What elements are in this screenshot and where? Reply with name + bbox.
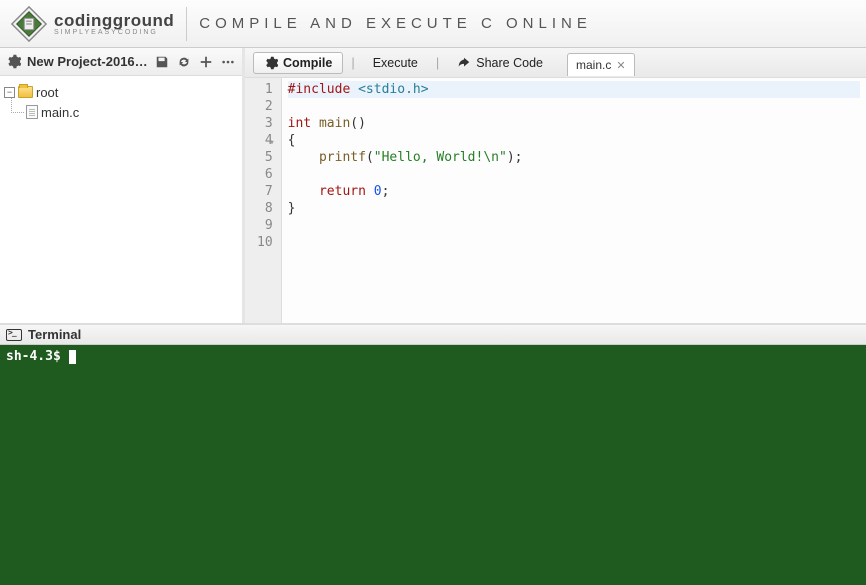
compile-button[interactable]: Compile bbox=[253, 52, 343, 74]
share-button[interactable]: Share Code bbox=[447, 53, 553, 73]
collapse-icon[interactable]: − bbox=[4, 87, 15, 98]
logo-icon bbox=[10, 5, 48, 43]
line-gutter: 12345678910 bbox=[245, 78, 282, 323]
tab-label: main.c bbox=[576, 58, 611, 72]
file-tree: − root main.c bbox=[0, 76, 242, 128]
project-bar: New Project-20160818 bbox=[0, 48, 242, 76]
brand-logo[interactable]: codingground SIMPLYEASYCODING bbox=[10, 5, 174, 43]
project-name: New Project-20160818 bbox=[27, 54, 148, 69]
main-area: New Project-20160818 − root main.c bbox=[0, 48, 866, 323]
app-header: codingground SIMPLYEASYCODING COMPILE AN… bbox=[0, 0, 866, 48]
page-title: COMPILE AND EXECUTE C ONLINE bbox=[199, 15, 592, 32]
terminal-icon bbox=[6, 329, 22, 341]
close-icon[interactable]: ✕ bbox=[616, 59, 625, 72]
brand-tagline: SIMPLYEASYCODING bbox=[54, 29, 174, 36]
editor-toolbar: Compile | Execute | Share Code main.c ✕ bbox=[245, 48, 866, 78]
tab-file[interactable]: main.c ✕ bbox=[567, 53, 635, 76]
sidebar: New Project-20160818 − root main.c bbox=[0, 48, 245, 323]
refresh-icon[interactable] bbox=[176, 54, 192, 70]
file-icon bbox=[26, 105, 38, 119]
tree-file-label: main.c bbox=[41, 105, 79, 120]
folder-icon bbox=[18, 86, 33, 98]
code-editor[interactable]: 12345678910 #include <stdio.h> int main(… bbox=[245, 78, 866, 323]
compile-label: Compile bbox=[283, 56, 332, 70]
more-icon[interactable] bbox=[220, 54, 236, 70]
share-icon bbox=[457, 56, 471, 70]
code-content[interactable]: #include <stdio.h> int main(){ printf("H… bbox=[282, 78, 866, 323]
tree-file[interactable]: main.c bbox=[4, 102, 238, 122]
execute-button[interactable]: Execute bbox=[363, 53, 428, 73]
toolbar-sep: | bbox=[349, 55, 356, 70]
brand-text: codingground SIMPLYEASYCODING bbox=[54, 12, 174, 36]
gear-icon[interactable] bbox=[6, 54, 21, 69]
terminal[interactable]: sh-4.3$ bbox=[0, 345, 866, 585]
execute-label: Execute bbox=[373, 56, 418, 70]
terminal-label: Terminal bbox=[28, 327, 81, 342]
gear-icon bbox=[264, 56, 278, 70]
share-label: Share Code bbox=[476, 56, 543, 70]
terminal-header[interactable]: Terminal bbox=[0, 323, 866, 345]
tree-root[interactable]: − root bbox=[4, 82, 238, 102]
brand-name: codingground bbox=[54, 12, 174, 29]
toolbar-sep: | bbox=[434, 55, 441, 70]
terminal-prompt: sh-4.3$ bbox=[6, 349, 61, 364]
tree-root-label: root bbox=[36, 85, 58, 100]
add-icon[interactable] bbox=[198, 54, 214, 70]
cursor-icon bbox=[69, 350, 76, 364]
editor-pane: Compile | Execute | Share Code main.c ✕ … bbox=[245, 48, 866, 323]
save-icon[interactable] bbox=[154, 54, 170, 70]
header-divider bbox=[186, 7, 187, 41]
